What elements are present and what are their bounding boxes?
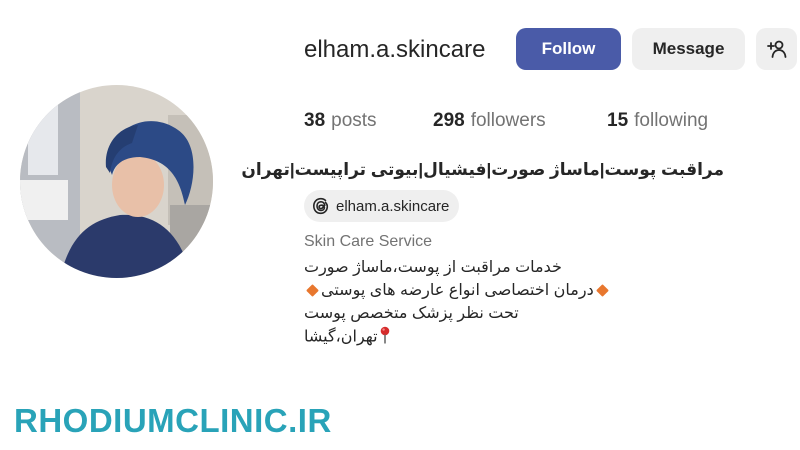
following-count: 15 bbox=[607, 110, 629, 131]
profile-username: elham.a.skincare bbox=[304, 36, 486, 63]
followers-label: followers bbox=[470, 110, 546, 131]
bio-line-text: خدمات مراقبت از پوست،ماساژ صورت bbox=[304, 259, 562, 276]
posts-count: 38 bbox=[304, 110, 326, 131]
bio-title: مراقبت پوست|ماساژ صورت|فیشیال|بیوتی تراپ… bbox=[241, 160, 724, 179]
followers-stat[interactable]: 298 followers bbox=[433, 110, 546, 132]
posts-stat[interactable]: 38 posts bbox=[304, 110, 377, 132]
bio-line: تحت نظر پزشک متخصص پوست bbox=[304, 303, 519, 323]
profile-avatar[interactable] bbox=[20, 85, 213, 278]
watermark: RHODIUMCLINIC.IR bbox=[14, 402, 332, 439]
following-label: following bbox=[634, 110, 709, 131]
bio-line-text: تهران،گیشا bbox=[304, 328, 378, 346]
bio-line-text: تحت نظر پزشک متخصص پوست bbox=[304, 305, 519, 322]
round-pushpin-icon bbox=[380, 326, 390, 349]
message-button[interactable]: Message bbox=[632, 28, 745, 70]
orange-diamond-icon bbox=[306, 284, 319, 298]
profile-photo bbox=[20, 85, 213, 278]
posts-label: posts bbox=[331, 110, 377, 131]
suggested-accounts-button[interactable] bbox=[756, 28, 797, 70]
person-plus-icon bbox=[766, 40, 786, 58]
threads-handle: elham.a.skincare bbox=[336, 197, 450, 215]
bio-line: تهران،گیشا bbox=[304, 326, 390, 349]
following-stat[interactable]: 15 following bbox=[607, 110, 708, 132]
threads-icon bbox=[312, 197, 329, 215]
bio-line-text: درمان اختصاصی انواع عارضه های پوستی bbox=[321, 282, 594, 299]
follow-button[interactable]: Follow bbox=[516, 28, 621, 70]
bio-line: درمان اختصاصی انواع عارضه های پوستی bbox=[304, 280, 611, 300]
orange-diamond-icon bbox=[595, 284, 609, 298]
profile-category: Skin Care Service bbox=[304, 233, 433, 250]
bio-line: خدمات مراقبت از پوست،ماساژ صورت bbox=[304, 257, 562, 277]
threads-link[interactable]: elham.a.skincare bbox=[304, 190, 460, 222]
followers-count: 298 bbox=[433, 110, 465, 131]
